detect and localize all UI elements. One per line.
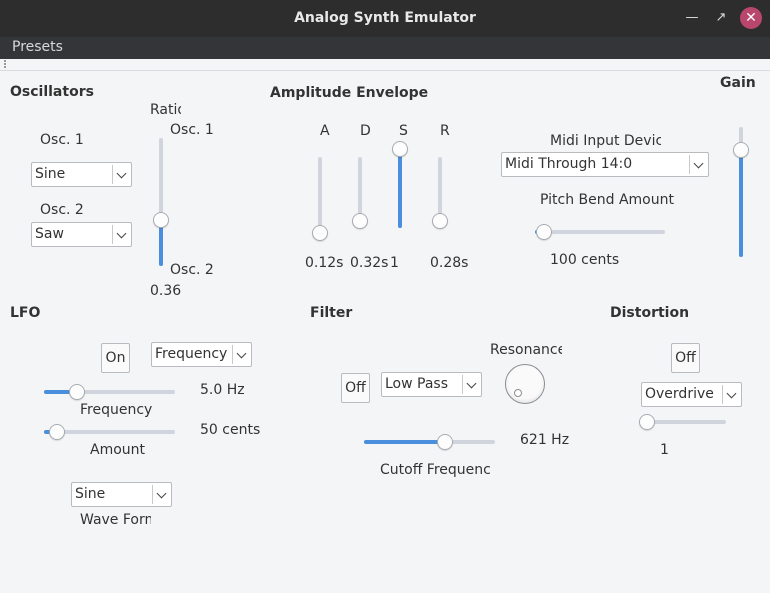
release-slider[interactable] bbox=[432, 149, 448, 236]
chevron-down-icon bbox=[232, 345, 251, 364]
slider-handle[interactable] bbox=[49, 424, 66, 440]
attack-slider[interactable] bbox=[312, 149, 328, 241]
distortion-amount-slider[interactable] bbox=[639, 414, 734, 430]
decay-value: 0.32s bbox=[350, 255, 389, 271]
osc2-label: Osc. 2 bbox=[40, 202, 84, 218]
slider-track bbox=[318, 157, 322, 233]
midi-input-value: Midi Through 14:0 bbox=[505, 156, 633, 172]
resonance-dial[interactable] bbox=[505, 364, 545, 404]
slider-track bbox=[647, 420, 726, 424]
ratio-top-label: Osc. 1 bbox=[170, 122, 214, 138]
slider-handle[interactable] bbox=[352, 212, 368, 229]
osc1-label: Osc. 1 bbox=[40, 132, 84, 148]
lfo-frequency-slider[interactable] bbox=[36, 384, 183, 400]
slider-fill bbox=[364, 440, 446, 444]
slider-handle[interactable] bbox=[733, 142, 749, 159]
filter-type-select[interactable]: Low Pass bbox=[381, 372, 482, 397]
sustain-slider[interactable] bbox=[392, 141, 408, 236]
slider-fill bbox=[398, 149, 402, 228]
divider bbox=[0, 70, 770, 71]
midi-input-label: Midi Input Device bbox=[550, 133, 661, 149]
filter-heading: Filter bbox=[310, 305, 353, 321]
filter-type-value: Low Pass bbox=[385, 376, 448, 392]
chevron-down-icon bbox=[689, 155, 708, 174]
cutoff-frequency-value: 621 Hz bbox=[520, 432, 570, 448]
osc1-wave-value: Sine bbox=[35, 166, 66, 182]
slider-handle[interactable] bbox=[153, 211, 169, 228]
lfo-heading: LFO bbox=[10, 305, 41, 321]
distortion-type-select[interactable]: Overdrive bbox=[641, 382, 742, 407]
maximize-icon[interactable]: ↗ bbox=[712, 9, 730, 27]
slider-handle[interactable] bbox=[437, 434, 454, 450]
filter-toggle-button[interactable]: Off bbox=[341, 373, 370, 403]
pitch-bend-label: Pitch Bend Amount bbox=[540, 192, 674, 208]
resonance-dial-indicator bbox=[514, 389, 522, 397]
attack-label: A bbox=[320, 123, 330, 139]
pitch-bend-slider[interactable] bbox=[527, 224, 673, 240]
gain-heading: Gain bbox=[720, 75, 756, 91]
chevron-down-icon bbox=[462, 375, 481, 394]
minimize-icon[interactable]: — bbox=[683, 9, 701, 27]
lfo-wave-select[interactable]: Sine bbox=[71, 482, 172, 507]
distortion-heading: Distortion bbox=[610, 305, 690, 321]
slider-handle[interactable] bbox=[392, 141, 408, 157]
toolbar-handle[interactable] bbox=[4, 60, 6, 68]
ratio-slider[interactable] bbox=[153, 130, 169, 274]
slider-handle[interactable] bbox=[312, 225, 328, 241]
slider-track bbox=[535, 230, 665, 234]
ratio-bottom-label: Osc. 2 bbox=[170, 262, 214, 278]
menu-presets[interactable]: Presets bbox=[12, 39, 63, 55]
chevron-down-icon bbox=[722, 385, 741, 404]
gain-slider[interactable] bbox=[733, 119, 749, 265]
lfo-amount-value: 50 cents bbox=[200, 422, 261, 438]
osc1-wave-select[interactable]: Sine bbox=[31, 162, 132, 187]
ratio-value: 0.36 bbox=[150, 283, 182, 299]
lfo-wave-form-label: Wave Form bbox=[80, 512, 151, 528]
cutoff-frequency-label: Cutoff Frequency bbox=[380, 462, 491, 478]
close-icon[interactable]: ✕ bbox=[740, 7, 762, 29]
cutoff-frequency-slider[interactable] bbox=[356, 434, 503, 450]
distortion-value: 1 bbox=[660, 442, 669, 458]
attack-value: 0.12s bbox=[305, 255, 344, 271]
slider-fill bbox=[739, 150, 743, 257]
sustain-label: S bbox=[399, 123, 408, 139]
slider-handle[interactable] bbox=[639, 414, 655, 430]
envelope-heading: Amplitude Envelope bbox=[270, 85, 429, 101]
sustain-value: 1 bbox=[390, 255, 399, 271]
slider-handle[interactable] bbox=[68, 384, 85, 400]
resonance-label: Resonance bbox=[490, 342, 562, 358]
lfo-frequency-value: 5.0 Hz bbox=[200, 382, 245, 398]
oscillators-heading: Oscillators bbox=[10, 84, 94, 100]
pitch-bend-value: 100 cents bbox=[550, 252, 620, 268]
midi-input-select[interactable]: Midi Through 14:0 bbox=[501, 152, 709, 177]
release-value: 0.28s bbox=[430, 255, 469, 271]
slider-handle[interactable] bbox=[536, 224, 553, 240]
decay-slider[interactable] bbox=[352, 149, 368, 236]
release-label: R bbox=[440, 123, 450, 139]
lfo-wave-value: Sine bbox=[75, 486, 106, 502]
window-title: Analog Synth Emulator bbox=[294, 10, 476, 26]
lfo-amount-slider[interactable] bbox=[36, 424, 183, 440]
chevron-down-icon bbox=[112, 165, 131, 184]
osc2-wave-select[interactable]: Saw bbox=[31, 222, 132, 247]
lfo-amount-label: Amount bbox=[90, 442, 146, 458]
chevron-down-icon bbox=[112, 225, 131, 244]
menu-bar bbox=[0, 37, 770, 59]
distortion-type-value: Overdrive bbox=[645, 386, 714, 402]
osc2-wave-value: Saw bbox=[35, 226, 64, 242]
lfo-target-select[interactable]: Frequency bbox=[151, 342, 252, 367]
lfo-target-value: Frequency bbox=[155, 346, 228, 362]
slider-handle[interactable] bbox=[432, 212, 448, 229]
ratio-label: Ratio bbox=[150, 102, 181, 118]
decay-label: D bbox=[360, 123, 371, 139]
distortion-toggle-button[interactable]: Off bbox=[671, 343, 700, 373]
lfo-toggle-button[interactable]: On bbox=[101, 343, 130, 373]
lfo-frequency-label: Frequency bbox=[80, 402, 153, 418]
chevron-down-icon bbox=[152, 485, 171, 504]
